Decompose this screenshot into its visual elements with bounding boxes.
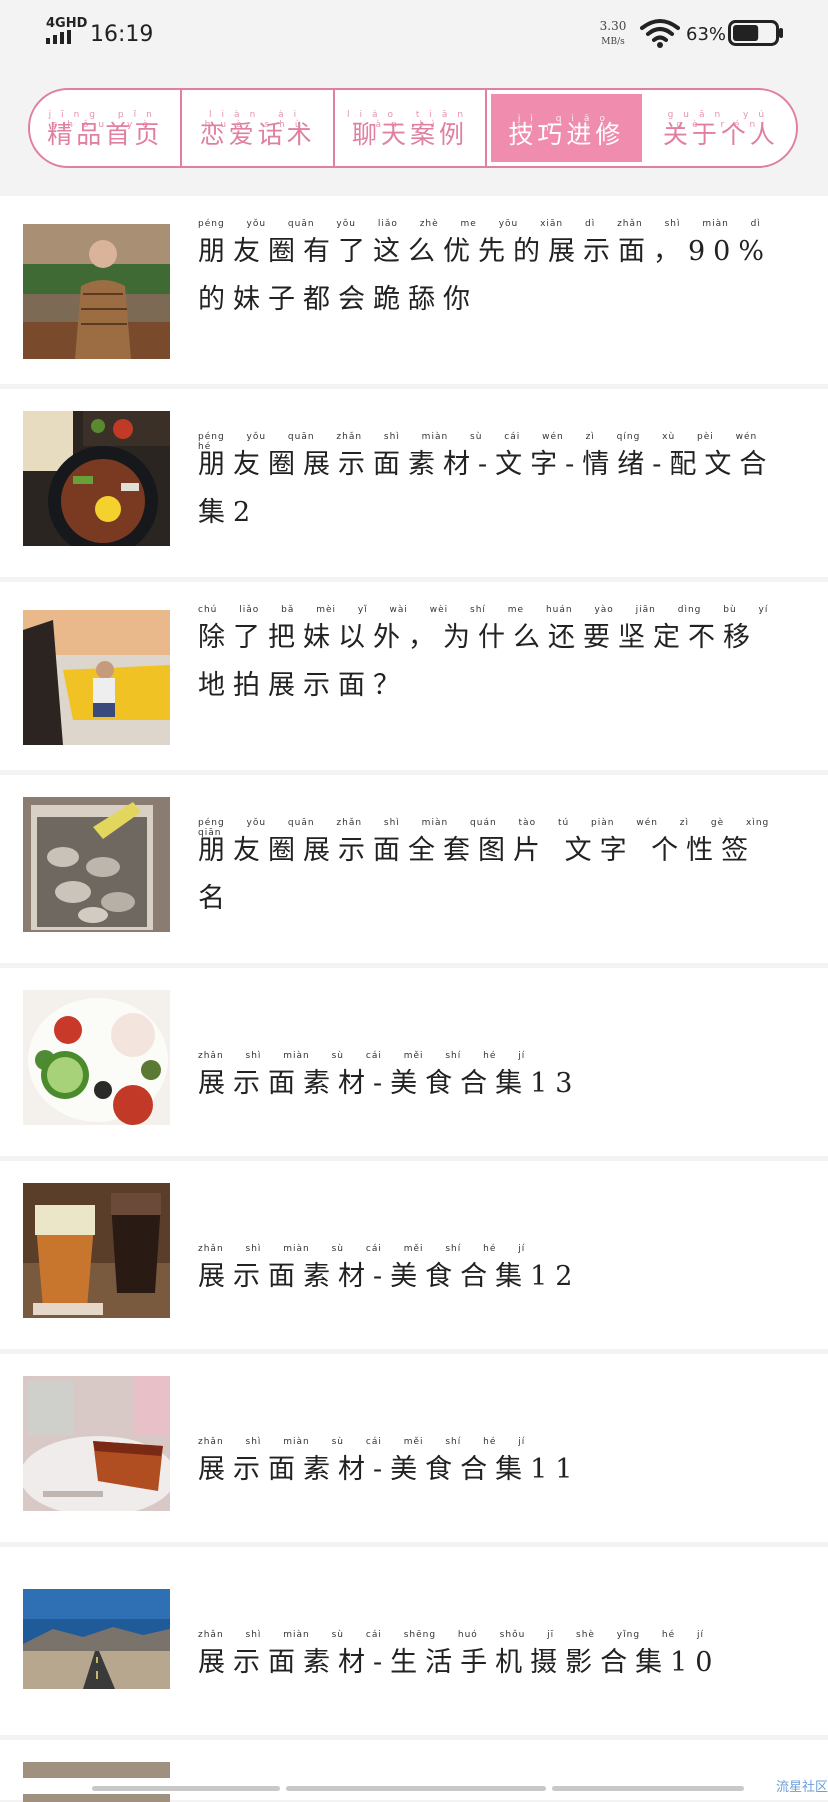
- tab-about-me[interactable]: guān yú gè rén 关于个人: [646, 90, 796, 166]
- list-item[interactable]: zhǎn shì miàn sù cái měi shí hé jí 展示面素材…: [0, 968, 828, 1156]
- tab-pinyin: guān yú gè rén: [667, 110, 775, 130]
- status-bar: 4GHD 16:19 3.30 MB/s 63%: [0, 0, 828, 72]
- article-thumbnail: [23, 1183, 170, 1318]
- article-thumbnail: [23, 990, 170, 1125]
- list-item[interactable]: zhǎn shì miàn sù cái měi shí hé jí 展示面素材…: [0, 1161, 828, 1349]
- network-speed-value: 3.30: [599, 19, 627, 33]
- article-title: 除了把妹以外，为什么还要坚定不移地拍展示面？: [198, 622, 758, 701]
- article-thumbnail: [23, 797, 170, 932]
- list-item[interactable]: péng yǒu quān zhǎn shì miàn sù cái wén z…: [0, 389, 828, 577]
- home-indicator: [286, 1786, 546, 1791]
- article-thumbnail: [23, 224, 170, 359]
- battery-percent: 63%: [686, 24, 727, 45]
- network-speed-unit: MB/s: [601, 37, 625, 47]
- article-thumbnail: [23, 1376, 170, 1511]
- article-title: 展示面素材-美食合集12: [198, 1261, 581, 1292]
- list-item[interactable]: zhǎn shì miàn sù cái shēng huó shǒu jī s…: [0, 1547, 828, 1735]
- article-title: 展示面素材-美食合集11: [198, 1454, 581, 1485]
- signal-icon: [46, 30, 71, 44]
- tab-pinyin: liáo tiān àn lì: [346, 110, 474, 130]
- network-speed: 3.30 MB/s: [596, 18, 630, 50]
- category-tab-bar: jīng pǐn shǒu yè 精品首页 liàn ài huà shù 恋爱…: [28, 88, 798, 168]
- battery-icon: [728, 20, 783, 46]
- article-thumbnail: [23, 411, 170, 546]
- article-title: 朋友圈有了这么优先的展示面，90%的妹子都会跪舔你: [198, 236, 773, 315]
- wifi-icon: [640, 19, 680, 48]
- tab-love-talk[interactable]: liàn ài huà shù 恋爱话术: [182, 90, 335, 166]
- list-item[interactable]: péng yǒu quān zhǎn shì miàn quán tào tú …: [0, 775, 828, 963]
- tab-skills-training[interactable]: jì qiǎo jìn xiū 技巧进修: [491, 94, 642, 162]
- tab-featured-home[interactable]: jīng pǐn shǒu yè 精品首页: [30, 90, 183, 166]
- tab-pinyin: liàn ài huà shù: [204, 110, 311, 130]
- article-title: 朋友圈展示面全套图片 文字 个性签名: [198, 835, 757, 914]
- list-item[interactable]: zhǎn shì miàn sù cái měi shí hé jí 展示面素材…: [0, 1354, 828, 1542]
- list-item[interactable]: chú liǎo bǎ mèi yǐ wài wèi shí me huán y…: [0, 582, 828, 770]
- article-title: 展示面素材-美食合集13: [198, 1068, 581, 1099]
- clock: 16:19: [90, 22, 154, 47]
- article-thumbnail: [23, 610, 170, 745]
- network-type: 4GHD: [46, 16, 88, 31]
- list-item[interactable]: péng yǒu quān yǒu liǎo zhè me yōu xiān d…: [0, 196, 828, 384]
- tab-pinyin: jīng pǐn shǒu yè: [48, 110, 162, 130]
- tab-pinyin: jì qiǎo jìn xiū: [517, 114, 615, 134]
- article-thumbnail: [23, 1589, 170, 1689]
- article-title: 朋友圈展示面素材-文字-情绪-配文合集2: [198, 449, 775, 528]
- watermark: 流星社区: [776, 1780, 828, 1795]
- home-indicator: [92, 1786, 280, 1791]
- tab-chat-cases[interactable]: liáo tiān àn lì 聊天案例: [335, 90, 488, 166]
- article-title: 展示面素材-生活手机摄影合集10: [198, 1647, 721, 1678]
- home-indicator: [552, 1786, 744, 1791]
